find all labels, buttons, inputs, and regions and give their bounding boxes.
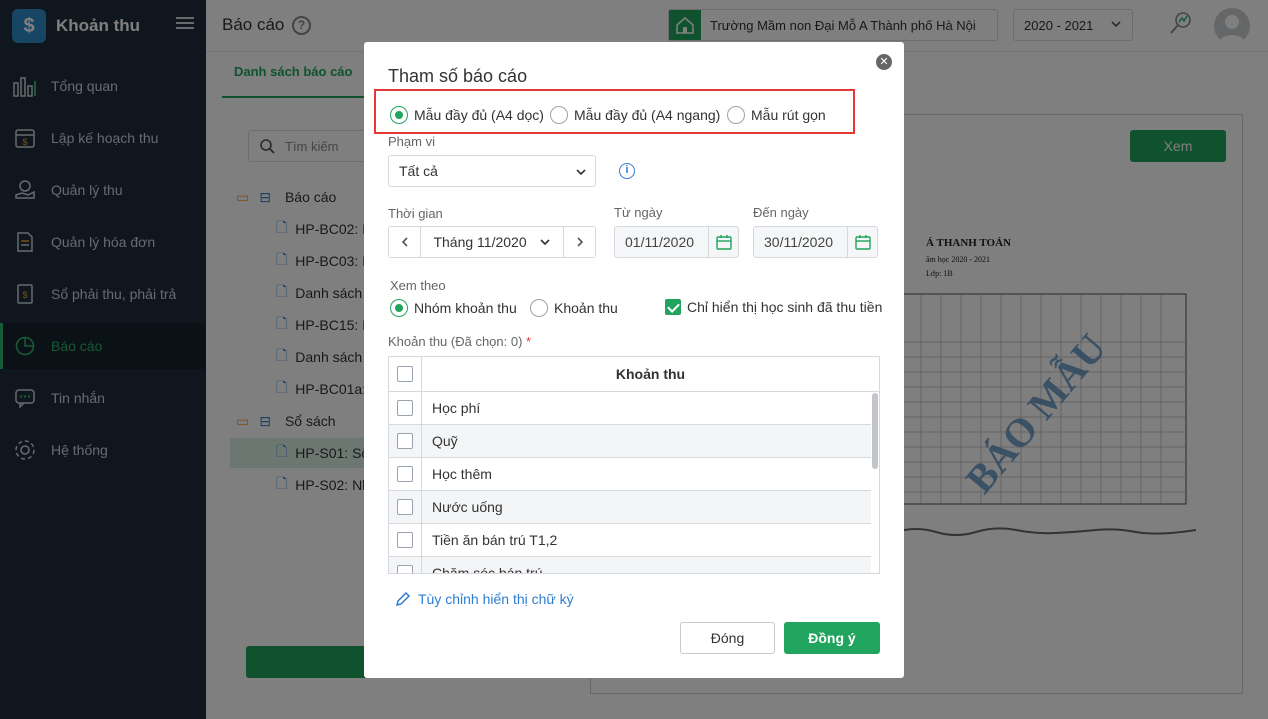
fee-name: Nước uống <box>432 499 503 515</box>
fee-name: Tiền ăn bán trú T1,2 <box>432 532 558 548</box>
required-mark: * <box>526 334 532 349</box>
close-button[interactable]: Đóng <box>680 622 775 654</box>
table-row[interactable]: Học phí <box>389 392 871 425</box>
row-checkbox[interactable] <box>397 466 413 482</box>
from-date-label: Từ ngày <box>614 205 663 220</box>
chevron-right-icon[interactable] <box>563 227 595 257</box>
table-row[interactable]: Tiền ăn bán trú T1,2 <box>389 524 871 557</box>
from-date-input[interactable]: 01/11/2020 <box>614 226 739 258</box>
radio-template-compact[interactable]: Mẫu rút gọn <box>727 106 826 124</box>
fee-name: Quỹ <box>432 433 458 449</box>
select-all-checkbox[interactable] <box>397 366 413 382</box>
radio-view-group[interactable]: Nhóm khoản thu <box>390 299 517 317</box>
select-all-cell <box>389 357 422 391</box>
calendar-icon[interactable] <box>708 227 738 257</box>
radio-button[interactable] <box>727 106 745 124</box>
radio-label: Khoản thu <box>554 300 618 316</box>
radio-button[interactable] <box>530 299 548 317</box>
grid-header: Khoản thu <box>389 357 879 392</box>
report-params-dialog: Tham số báo cáo ✕ Mẫu đầy đủ (A4 dọc) Mẫ… <box>364 42 904 678</box>
time-label: Thời gian <box>388 206 443 221</box>
pencil-icon <box>395 591 411 607</box>
info-icon[interactable]: i <box>619 163 635 179</box>
radio-label: Nhóm khoản thu <box>414 300 517 316</box>
customize-signature-link[interactable]: Tùy chỉnh hiển thị chữ ký <box>394 590 574 608</box>
table-row[interactable]: Quỹ <box>389 425 871 458</box>
scope-value: Tất cả <box>399 163 438 179</box>
to-date-value: 30/11/2020 <box>764 234 834 250</box>
fees-label-text: Khoản thu (Đã chọn: 0) <box>388 334 523 349</box>
to-date-input[interactable]: 30/11/2020 <box>753 226 878 258</box>
chevron-down-icon <box>575 165 587 181</box>
month-select[interactable]: Tháng 11/2020 <box>421 234 563 250</box>
fee-name: Học thêm <box>432 466 492 482</box>
calendar-icon[interactable] <box>847 227 877 257</box>
radio-button[interactable] <box>550 106 568 124</box>
scope-label: Phạm vi <box>388 134 435 149</box>
radio-button[interactable] <box>390 106 408 124</box>
radio-view-fee[interactable]: Khoản thu <box>530 299 618 317</box>
row-checkbox[interactable] <box>397 565 413 573</box>
view-by-label: Xem theo <box>390 278 446 293</box>
fee-name: Học phí <box>432 400 481 416</box>
table-row[interactable]: Nước uống <box>389 491 871 524</box>
chevron-left-icon[interactable] <box>389 227 421 257</box>
fees-label: Khoản thu (Đã chọn: 0) * <box>388 334 531 349</box>
chevron-down-icon <box>539 239 550 246</box>
month-value: Tháng 11/2020 <box>433 234 527 250</box>
row-checkbox[interactable] <box>397 433 413 449</box>
radio-template-a4-portrait[interactable]: Mẫu đầy đủ (A4 dọc) <box>390 106 544 124</box>
dialog-title: Tham số báo cáo <box>388 66 528 86</box>
fee-name: Chăm sóc bán trú <box>432 565 543 574</box>
to-date-label: Đến ngày <box>753 205 809 220</box>
from-date-value: 01/11/2020 <box>625 234 695 250</box>
radio-template-a4-landscape[interactable]: Mẫu đầy đủ (A4 ngang) <box>550 106 720 124</box>
row-checkbox[interactable] <box>397 400 413 416</box>
confirm-button[interactable]: Đồng ý <box>784 622 880 654</box>
grid-scrollbar[interactable] <box>872 393 878 469</box>
fees-grid: Khoản thu Học phí Quỹ Học thêm Nước uống… <box>388 356 880 574</box>
grid-header-label: Khoản thu <box>615 366 686 382</box>
month-picker[interactable]: Tháng 11/2020 <box>388 226 596 258</box>
only-paid-checkbox[interactable]: Chỉ hiển thị học sinh đã thu tiền <box>665 299 882 315</box>
close-icon[interactable]: ✕ <box>876 54 892 70</box>
signature-link-label: Tùy chỉnh hiển thị chữ ký <box>418 591 574 607</box>
radio-label: Mẫu đầy đủ (A4 dọc) <box>414 107 544 123</box>
checkbox[interactable] <box>665 299 681 315</box>
radio-label: Mẫu đầy đủ (A4 ngang) <box>574 107 721 123</box>
row-checkbox[interactable] <box>397 499 413 515</box>
radio-button[interactable] <box>390 299 408 317</box>
row-checkbox[interactable] <box>397 532 413 548</box>
table-row[interactable]: Chăm sóc bán trú <box>389 557 871 574</box>
scope-select[interactable]: Tất cả <box>388 155 596 187</box>
table-row[interactable]: Học thêm <box>389 458 871 491</box>
checkbox-label: Chỉ hiển thị học sinh đã thu tiền <box>687 299 883 315</box>
radio-label: Mẫu rút gọn <box>751 107 826 123</box>
